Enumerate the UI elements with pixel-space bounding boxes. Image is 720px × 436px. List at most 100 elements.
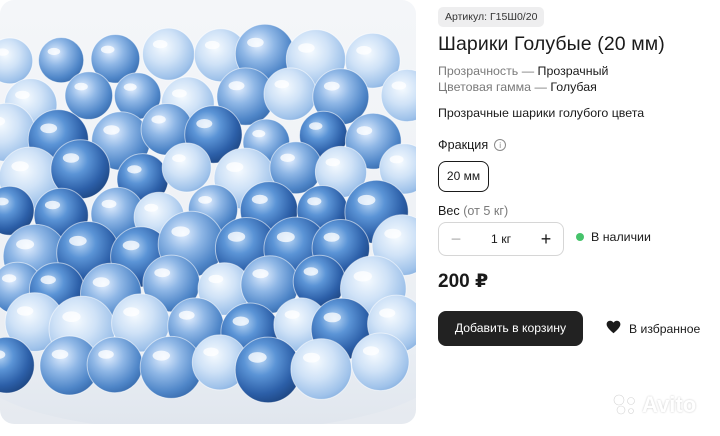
marble-highlight <box>123 307 140 317</box>
marble-highlight <box>232 316 249 326</box>
fraction-label: Фракция i <box>438 138 507 152</box>
marble-highlight <box>252 269 269 279</box>
avito-logo-icon <box>613 394 635 415</box>
marble-highlight <box>298 43 315 53</box>
marble-highlight <box>16 306 34 316</box>
favorite-button[interactable]: В избранное <box>606 320 700 337</box>
stock-indicator-dot <box>576 233 584 241</box>
marble-highlight <box>62 153 80 163</box>
property-value: Голубая <box>550 80 597 94</box>
marble-highlight <box>208 274 224 284</box>
marble-highlight <box>172 89 187 98</box>
marble <box>263 67 317 121</box>
favorite-label: В избранное <box>629 321 701 336</box>
increment-button[interactable]: + <box>539 229 553 250</box>
marble-highlight <box>276 231 295 243</box>
marble-highlight <box>252 129 266 138</box>
marble-highlight <box>100 45 115 54</box>
weight-label: Вес (от 5 кг) <box>438 204 508 218</box>
product-title: Шарики Голубые (20 мм) <box>438 33 665 55</box>
marble-highlight <box>152 350 170 361</box>
fraction-option-20mm[interactable]: 20 мм <box>438 161 489 192</box>
marble-highlight <box>122 240 140 251</box>
marble-highlight <box>280 153 295 162</box>
marble-highlight <box>44 200 61 210</box>
marble-highlight <box>284 310 300 319</box>
marble-highlight <box>323 312 341 323</box>
marble-highlight <box>74 82 88 91</box>
product-photo[interactable] <box>0 0 416 424</box>
marble-highlight <box>251 194 268 204</box>
weight-label-text: Вес <box>438 204 460 218</box>
marble <box>64 71 114 120</box>
marble-highlight <box>196 119 213 129</box>
marble-highlight <box>323 232 340 242</box>
product-description: Прозрачные шарики голубого цвета <box>438 106 645 120</box>
marble-highlight <box>323 81 340 91</box>
marble-highlight <box>15 90 30 100</box>
marble-highlight <box>303 267 319 276</box>
marble-highlight <box>353 271 372 282</box>
marble-highlight <box>123 83 137 91</box>
marble-highlight <box>228 81 245 91</box>
sku-badge: Артикул: Г15Ш0/20 <box>438 7 545 27</box>
property-name: Цветовая гамма <box>438 80 532 94</box>
stock-status-text: В наличии <box>591 230 651 244</box>
avito-watermark-text: Avito <box>642 392 697 417</box>
property-transparency: Прозрачность — Прозрачный <box>438 64 608 78</box>
marble-highlight <box>356 45 372 55</box>
marble-highlight <box>362 346 380 356</box>
marble-highlight <box>379 308 396 318</box>
weight-min-note: (от 5 кг) <box>459 204 509 218</box>
quantity-value: 1 кг <box>490 232 512 246</box>
property-name: Прозрачность <box>438 64 519 78</box>
marble-highlight <box>51 349 69 359</box>
marble-highlight <box>227 231 246 242</box>
add-to-cart-button[interactable]: Добавить в корзину <box>438 311 583 346</box>
marble-highlight <box>154 268 171 278</box>
marble-highlight <box>198 196 213 204</box>
marble-highlight <box>248 352 267 363</box>
avito-watermark: Avito <box>612 392 696 418</box>
marble-highlight <box>40 123 58 134</box>
marble-highlight <box>103 125 120 135</box>
fraction-label-text: Фракция <box>438 138 489 152</box>
marble-highlight <box>325 158 340 167</box>
marble-highlight <box>11 161 29 172</box>
marble-highlight <box>98 350 114 359</box>
marble-highlight <box>92 277 110 288</box>
marble-highlight <box>203 347 219 357</box>
property-color: Цветовая гамма — Голубая <box>438 80 597 94</box>
marble-highlight <box>47 47 61 56</box>
marble <box>86 336 144 394</box>
marble-highlight <box>247 37 264 48</box>
marble <box>290 338 353 400</box>
marble-highlight <box>307 197 322 206</box>
marble-highlight <box>62 311 81 323</box>
marble-highlight <box>172 154 186 163</box>
glass-marbles-illustration <box>0 23 416 424</box>
heart-icon <box>606 320 621 337</box>
marble-highlight <box>69 235 87 246</box>
marble-highlight <box>1 274 17 283</box>
marble-highlight <box>152 40 168 49</box>
property-separator: — <box>518 64 538 78</box>
marble-highlight <box>391 81 407 90</box>
marble-highlight <box>274 80 290 89</box>
marble-highlight <box>178 310 195 320</box>
marble-highlight <box>356 126 373 136</box>
stock-status: В наличии <box>576 230 651 244</box>
marble <box>0 37 34 85</box>
marble-highlight <box>384 228 402 239</box>
marble-highlight <box>226 162 244 172</box>
quantity-stepper: − 1 кг + <box>438 222 564 256</box>
marble-highlight <box>171 226 190 237</box>
info-icon[interactable]: i <box>494 139 507 151</box>
property-value: Прозрачный <box>537 64 609 78</box>
marble-highlight <box>144 203 159 212</box>
marble-highlight <box>204 40 220 50</box>
marble <box>161 142 212 193</box>
marble-highlight <box>389 155 404 164</box>
property-separator: — <box>531 80 551 94</box>
decrement-button[interactable]: − <box>449 229 463 250</box>
